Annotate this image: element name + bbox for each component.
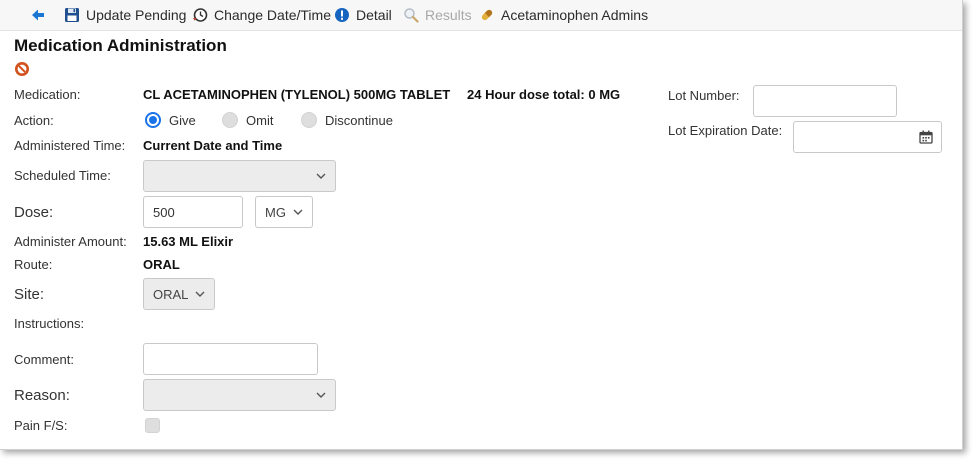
update-pending-label: Update Pending: [86, 7, 187, 23]
results-button[interactable]: Results: [403, 6, 472, 24]
chevron-down-icon: [316, 392, 326, 398]
toolbar: Update Pending Change Date/Time Detail R…: [0, 0, 962, 31]
comment-input[interactable]: [143, 343, 318, 375]
instructions-label: Instructions:: [14, 316, 85, 331]
administer-amount-label: Administer Amount:: [14, 234, 127, 249]
comment-label: Comment:: [14, 352, 74, 367]
action-give-label[interactable]: Give: [169, 113, 196, 128]
medication-value: CL ACETAMINOPHEN (TYLENOL) 500MG TABLET: [143, 87, 451, 102]
action-omit-radio[interactable]: [222, 112, 238, 128]
lot-expiration-input[interactable]: [793, 121, 942, 153]
dose-label: Dose:: [14, 204, 54, 221]
medication-label: Medication:: [14, 87, 81, 102]
action-discontinue-label[interactable]: Discontinue: [325, 113, 393, 128]
no-entry-icon: [14, 61, 30, 77]
dose-input[interactable]: 500: [143, 196, 243, 228]
detail-label: Detail: [356, 7, 392, 23]
calendar-icon[interactable]: [919, 130, 933, 144]
administer-amount-value: 15.63 ML Elixir: [143, 234, 234, 249]
dose-unit-value: MG: [265, 204, 286, 220]
pain-checkbox[interactable]: [145, 418, 160, 433]
site-label: Site:: [14, 286, 45, 303]
clock-arrow-icon: [192, 7, 208, 23]
action-discontinue-radio[interactable]: [301, 112, 317, 128]
detail-button[interactable]: Detail: [334, 6, 392, 24]
reason-select[interactable]: [143, 379, 336, 411]
back-button[interactable]: [30, 6, 52, 24]
page-title: Medication Administration: [14, 36, 227, 55]
action-omit-label[interactable]: Omit: [246, 113, 273, 128]
pain-label: Pain F/S:: [14, 418, 68, 433]
acetaminophen-admins-label: Acetaminophen Admins: [501, 7, 649, 23]
reason-label: Reason:: [14, 387, 70, 404]
route-value: ORAL: [143, 257, 180, 272]
save-disk-icon: [64, 7, 80, 23]
dose-total-value: 24 Hour dose total: 0 MG: [467, 87, 621, 102]
action-give-radio[interactable]: [145, 112, 161, 128]
chevron-down-icon: [195, 291, 205, 297]
dose-unit-select[interactable]: MG: [255, 196, 313, 228]
info-icon: [334, 7, 350, 23]
chevron-down-icon: [293, 209, 303, 215]
results-label: Results: [425, 7, 472, 23]
administered-time-value: Current Date and Time: [143, 138, 283, 153]
lot-expiration-label: Lot Expiration Date:: [668, 123, 783, 138]
magnifier-icon: [403, 7, 419, 23]
administered-time-label: Administered Time:: [14, 138, 126, 153]
chevron-down-icon: [316, 173, 326, 179]
change-date-time-button[interactable]: Change Date/Time: [192, 6, 331, 24]
site-select[interactable]: ORAL: [143, 278, 215, 310]
acetaminophen-admins-button[interactable]: Acetaminophen Admins: [479, 6, 648, 24]
scheduled-time-select[interactable]: [143, 160, 336, 192]
update-pending-button[interactable]: Update Pending: [64, 6, 186, 24]
lot-number-label: Lot Number:: [668, 88, 740, 103]
back-arrow-icon: [30, 7, 46, 23]
medication-administration-window: Update Pending Change Date/Time Detail R…: [0, 0, 963, 450]
dose-input-value: 500: [153, 205, 175, 220]
change-date-time-label: Change Date/Time: [214, 7, 331, 23]
scheduled-time-label: Scheduled Time:: [14, 168, 111, 183]
action-label: Action:: [14, 113, 54, 128]
site-value: ORAL: [153, 286, 189, 302]
route-label: Route:: [14, 257, 53, 272]
lot-number-input[interactable]: [753, 85, 897, 117]
pill-icon: [479, 7, 495, 23]
